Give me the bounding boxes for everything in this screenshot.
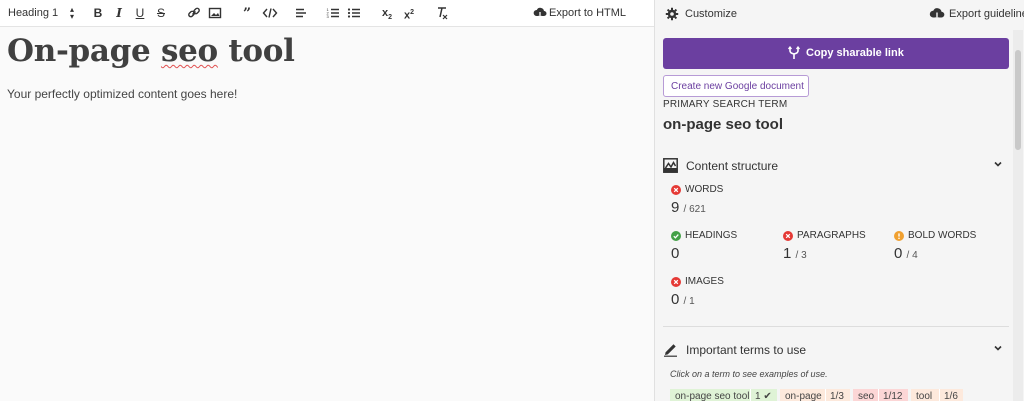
term-name: seo — [853, 389, 878, 401]
chart-icon — [663, 158, 678, 173]
metric-label: WORDS — [685, 184, 724, 195]
important-terms-title: Important terms to use — [686, 343, 807, 357]
primary-search-term-value: on-page seo tool — [663, 116, 783, 133]
bullet-list-icon[interactable] — [347, 6, 361, 20]
customize-label: Customize — [685, 8, 737, 20]
sidebar-scrollbar[interactable] — [1013, 30, 1023, 401]
branch-icon — [787, 46, 801, 59]
chevron-down-icon — [994, 345, 1002, 351]
title-part-1: On-page — [7, 33, 161, 69]
metric-paragraphs: PARAGRAPHS 1 / 3 — [783, 230, 893, 270]
strikethrough-icon[interactable]: S — [155, 6, 167, 20]
ordered-list-icon[interactable]: 123 — [326, 6, 340, 20]
status-bad-icon — [783, 231, 793, 241]
document-body[interactable]: Your perfectly optimized content goes he… — [7, 87, 237, 101]
primary-search-term-label: PRIMARY SEARCH TERM — [663, 99, 788, 110]
term-name: on-page seo tool — [670, 389, 750, 401]
select-arrows-icon: ▴ ▾ — [69, 5, 74, 21]
term-count: 1/12 — [878, 389, 908, 401]
cloud-download-icon — [929, 8, 945, 22]
pencil-icon — [664, 344, 677, 357]
term-count: 1/3 — [825, 389, 850, 401]
metric-label: PARAGRAPHS — [797, 230, 866, 241]
status-bad-icon — [671, 277, 681, 287]
metric-label: IMAGES — [685, 276, 724, 287]
code-icon[interactable] — [262, 6, 278, 20]
editor-toolbar: Heading 1 ▴ ▾ B I U S ” 123 x2 x2 Export… — [0, 0, 654, 27]
heading-select[interactable]: Heading 1 ▴ ▾ — [8, 5, 74, 21]
terms-hint: Click on a term to see examples of use. — [670, 369, 828, 379]
metric-value: 0 / 1 — [671, 291, 695, 308]
metric-words: WORDS 9 / 621 — [671, 184, 781, 224]
term-count: 1 ✔ — [750, 389, 777, 401]
image-icon[interactable] — [208, 6, 222, 20]
metric-target: / 4 — [906, 250, 918, 261]
seo-sidebar: Customize Export guidelines Copy sharabl… — [654, 0, 1024, 401]
sidebar-panel: Copy sharable link Create new Google doc… — [655, 28, 1012, 401]
term-count: 1/6 — [939, 389, 963, 401]
status-bad-icon — [671, 185, 681, 195]
content-structure-title: Content structure — [686, 159, 779, 173]
document-title[interactable]: On-page seo tool — [7, 33, 295, 69]
link-icon[interactable] — [187, 6, 201, 20]
copy-sharable-link-label: Copy sharable link — [806, 47, 904, 59]
metric-label: HEADINGS — [685, 230, 738, 241]
subscript-icon[interactable]: x2 — [380, 6, 394, 21]
metric-value: 1 / 3 — [783, 245, 807, 262]
cloud-download-icon — [533, 7, 547, 20]
metric-current: 0 — [894, 245, 903, 262]
important-terms-header[interactable]: Important terms to use — [663, 341, 1009, 359]
section-divider — [663, 326, 1009, 327]
heading-select-value: Heading 1 — [8, 7, 59, 19]
superscript-icon[interactable]: x2 — [402, 6, 416, 22]
metric-value: 0 — [671, 245, 679, 262]
svg-text:3: 3 — [327, 14, 330, 19]
bold-icon[interactable]: B — [92, 6, 104, 20]
content-structure-header[interactable]: Content structure — [663, 157, 1009, 175]
metric-value: 9 / 621 — [671, 199, 706, 216]
metric-target: / 621 — [683, 204, 706, 215]
metric-label: BOLD WORDS — [908, 230, 977, 241]
clear-format-icon[interactable] — [435, 6, 449, 20]
metric-current: 0 — [671, 245, 680, 262]
metric-current: 9 — [671, 199, 680, 216]
quote-icon[interactable]: ” — [240, 6, 254, 22]
create-google-doc-button[interactable]: Create new Google document — [663, 75, 809, 97]
gear-icon — [665, 7, 679, 21]
export-html-label: Export to HTML — [549, 7, 627, 19]
create-google-doc-label: Create new Google document — [671, 81, 804, 92]
metric-images: IMAGES 0 / 1 — [671, 276, 781, 316]
metric-headings: HEADINGS 0 — [671, 230, 781, 270]
term-name: tool — [911, 389, 939, 401]
sidebar-header: Customize Export guidelines — [655, 0, 1024, 28]
export-guidelines-button[interactable]: Export guidelines — [929, 6, 1024, 22]
title-part-2: seo — [160, 33, 218, 69]
editor-pane: Heading 1 ▴ ▾ B I U S ” 123 x2 x2 Export… — [0, 0, 654, 401]
export-guidelines-label: Export guidelines — [949, 8, 1024, 20]
term-name: on-page — [780, 389, 825, 401]
metric-target: / 3 — [795, 250, 807, 261]
metric-target: / 1 — [683, 296, 695, 307]
metric-value: 0 / 4 — [894, 245, 918, 262]
export-html-button[interactable]: Export to HTML — [533, 6, 628, 20]
metric-current: 0 — [671, 291, 680, 308]
scrollbar-thumb[interactable] — [1015, 50, 1021, 150]
copy-sharable-link-button[interactable]: Copy sharable link — [663, 38, 1009, 69]
italic-icon[interactable]: I — [113, 6, 125, 20]
metric-bold-words: BOLD WORDS 0 / 4 — [894, 230, 1004, 270]
underline-icon[interactable]: U — [134, 6, 146, 20]
align-left-icon[interactable] — [294, 6, 308, 20]
title-part-3: tool — [217, 33, 295, 69]
status-good-icon — [671, 231, 681, 241]
chevron-down-icon — [994, 161, 1002, 167]
status-warning-icon — [894, 231, 904, 241]
metric-current: 1 — [783, 245, 792, 262]
